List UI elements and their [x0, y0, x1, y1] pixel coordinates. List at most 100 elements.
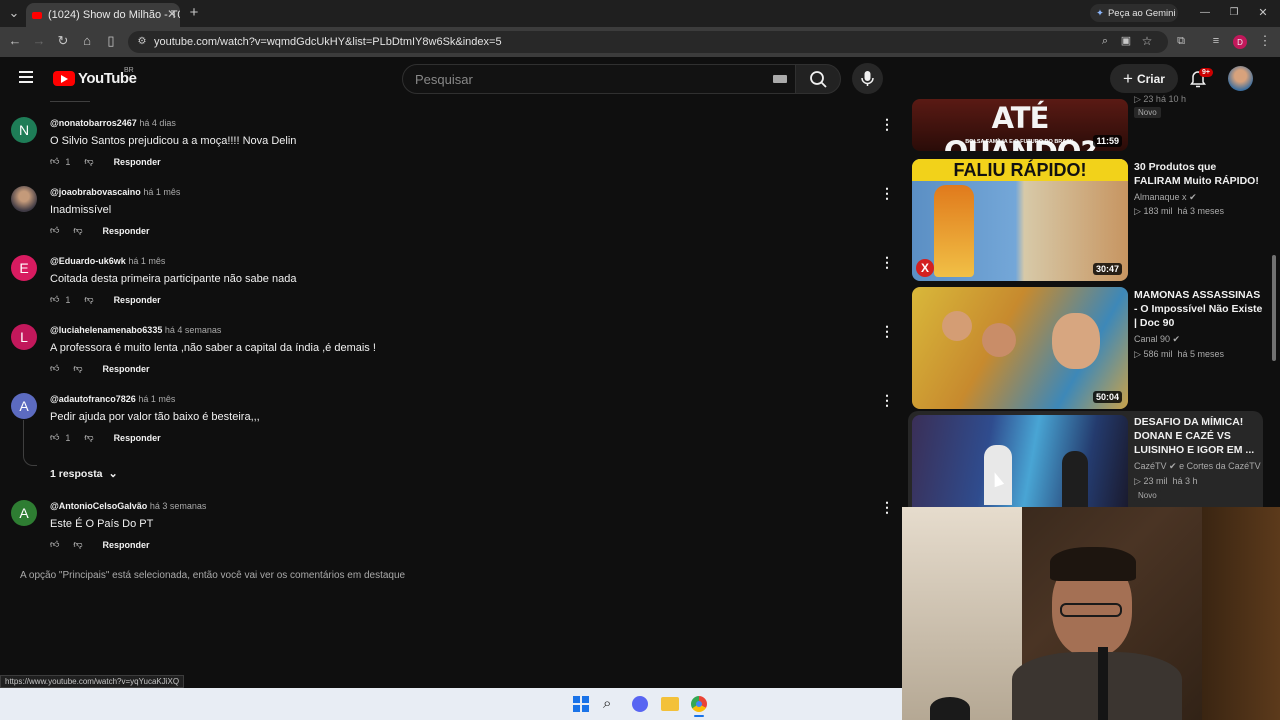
side-panel-icon[interactable]: ▯: [103, 34, 119, 48]
avatar[interactable]: A: [11, 500, 37, 526]
new-badge: Novo: [1134, 107, 1161, 118]
comment-time: há 4 semanas: [164, 325, 222, 335]
home-icon[interactable]: ⌂: [79, 34, 95, 48]
like-icon[interactable]: 👍︎: [50, 432, 59, 443]
dislike-icon[interactable]: 👎︎: [84, 156, 93, 167]
cast-icon[interactable]: ▣: [1118, 34, 1134, 48]
extensions-icon[interactable]: ⧉: [1173, 34, 1189, 48]
author-name: @Eduardo-uk6wk: [50, 256, 126, 266]
discord-icon[interactable]: [632, 696, 648, 712]
profile-avatar[interactable]: D: [1233, 35, 1247, 49]
chrome-menu-icon[interactable]: ⋮: [1257, 34, 1273, 48]
youtube-favicon-icon: [32, 11, 42, 19]
voice-search-button[interactable]: [852, 63, 883, 94]
account-avatar[interactable]: [1228, 66, 1253, 91]
page-scrollbar[interactable]: [1272, 255, 1276, 361]
profile-initial: D: [1237, 37, 1243, 47]
browser-tab[interactable]: (1024) Show do Milhão - T04E0: [26, 3, 180, 27]
reply-button[interactable]: Responder: [114, 295, 161, 305]
author-name: @nonatobarros2467: [50, 118, 137, 128]
reload-icon[interactable]: ↻: [55, 34, 71, 48]
gemini-button[interactable]: ✦ Peça ao Gemini: [1090, 4, 1178, 22]
comment-more-icon[interactable]: ⋮: [880, 186, 894, 200]
avatar[interactable]: [11, 186, 37, 212]
reply-button[interactable]: Responder: [103, 364, 150, 374]
chrome-center: [696, 701, 702, 707]
new-tab-icon[interactable]: +: [186, 5, 202, 20]
like-icon[interactable]: 👍︎: [50, 294, 59, 305]
maximize-icon[interactable]: ❐: [1226, 6, 1242, 20]
avatar-initial: A: [19, 505, 29, 521]
video-stats: ▷ 23 mil há 3 h: [1134, 474, 1198, 488]
hamburger-menu-icon[interactable]: [19, 71, 33, 83]
avatar[interactable]: L: [11, 324, 37, 350]
search-button[interactable]: [795, 64, 841, 94]
taskbar-search-icon[interactable]: ⌕: [603, 695, 611, 712]
keyboard-icon[interactable]: [773, 75, 787, 83]
like-icon[interactable]: 👍︎: [50, 363, 59, 374]
channel-label: Canal 90: [1134, 334, 1171, 344]
dislike-icon[interactable]: 👎︎: [73, 539, 82, 550]
comment-more-icon[interactable]: ⋮: [880, 255, 894, 269]
window-close-icon[interactable]: ✕: [1255, 6, 1271, 20]
back-icon[interactable]: ←: [7, 34, 23, 48]
minimize-icon[interactable]: —: [1197, 6, 1213, 20]
video-title[interactable]: MAMONAS ASSASSINAS - O Impossível Não Ex…: [1134, 288, 1264, 330]
like-icon[interactable]: 👍︎: [50, 539, 59, 550]
comment-more-icon[interactable]: ⋮: [880, 393, 894, 407]
comment-author[interactable]: @Eduardo-uk6wk há 1 mês: [50, 256, 165, 266]
video-title[interactable]: 30 Produtos que FALIRAM Muito RÁPIDO!: [1134, 160, 1264, 188]
video-thumbnail[interactable]: ATÉ QUANDO? BOLSA FAMÍLIA E O FUTURO DO …: [912, 99, 1128, 151]
comment-more-icon[interactable]: ⋮: [880, 324, 894, 338]
video-age: há 5 meses: [1177, 349, 1224, 359]
like-icon[interactable]: 👍︎: [50, 156, 59, 167]
comment-more-icon[interactable]: ⋮: [880, 117, 894, 131]
comment-author[interactable]: @luciahelenamenabo6335 há 4 semanas: [50, 325, 221, 335]
comment-actions: 👍︎ 1 👎︎ Responder: [50, 156, 161, 167]
comment-author[interactable]: @adautofranco7826 há 1 mês: [50, 394, 175, 404]
video-thumbnail[interactable]: 50:04: [912, 287, 1128, 409]
site-info-icon[interactable]: ⚙: [134, 35, 150, 49]
file-explorer-icon[interactable]: [661, 697, 679, 711]
dislike-icon[interactable]: 👎︎: [84, 294, 93, 305]
avatar[interactable]: N: [11, 117, 37, 143]
windows-start-icon[interactable]: [573, 696, 589, 712]
forward-icon[interactable]: →: [31, 34, 47, 48]
video-thumbnail[interactable]: [912, 415, 1128, 507]
channel-name[interactable]: Almanaque x ✔: [1134, 190, 1197, 204]
dislike-icon[interactable]: 👎︎: [73, 363, 82, 374]
video-thumbnail[interactable]: FALIU RÁPIDO! X 30:47: [912, 159, 1128, 281]
comment-author[interactable]: @joaobrabovascaino há 1 mês: [50, 187, 180, 197]
channel-name[interactable]: CazéTV ✔ e Cortes da CazéTV: [1134, 459, 1261, 473]
avatar-initial: A: [19, 398, 29, 414]
reply-button[interactable]: Responder: [114, 157, 161, 167]
channel-name[interactable]: Canal 90 ✔: [1134, 332, 1180, 346]
avatar[interactable]: A: [11, 393, 37, 419]
reply-button[interactable]: Responder: [114, 433, 161, 443]
search-input[interactable]: Pesquisar: [402, 64, 796, 94]
create-button[interactable]: + Criar: [1110, 64, 1178, 93]
comment-time: há 4 dias: [139, 118, 176, 128]
divider: [50, 101, 90, 102]
dislike-icon[interactable]: 👎︎: [73, 225, 82, 236]
bookmark-star-icon[interactable]: ☆: [1139, 34, 1155, 48]
comment-more-icon[interactable]: ⋮: [880, 500, 894, 514]
like-icon[interactable]: 👍︎: [50, 225, 59, 236]
video-title[interactable]: DESAFIO DA MÍMICA! DONAN E CAZÉ VS LUISI…: [1134, 415, 1260, 457]
comment-author[interactable]: @AntonioCelsoGalvão há 3 semanas: [50, 501, 206, 511]
replies-toggle[interactable]: 1 resposta ⌄: [50, 467, 118, 481]
reply-button[interactable]: Responder: [103, 540, 150, 550]
dislike-icon[interactable]: 👎︎: [84, 432, 93, 443]
reply-button[interactable]: Responder: [103, 226, 150, 236]
avatar[interactable]: E: [11, 255, 37, 281]
tab-media-icon[interactable]: ≡: [1208, 34, 1224, 48]
zoom-icon[interactable]: ⌕: [1097, 34, 1113, 48]
plus-icon: +: [1123, 68, 1133, 88]
person-graphic: [1062, 451, 1088, 507]
tab-close-icon[interactable]: ✕: [164, 7, 180, 21]
address-bar[interactable]: youtube.com/watch?v=wqmdGdcUkHY&list=PLb…: [128, 31, 1168, 53]
comment-author[interactable]: @nonatobarros2467 há 4 dias: [50, 118, 176, 128]
tab-search-icon[interactable]: ⌄: [6, 6, 22, 20]
view-count: 23 mil: [1143, 476, 1168, 486]
microphone-icon: [861, 71, 874, 86]
